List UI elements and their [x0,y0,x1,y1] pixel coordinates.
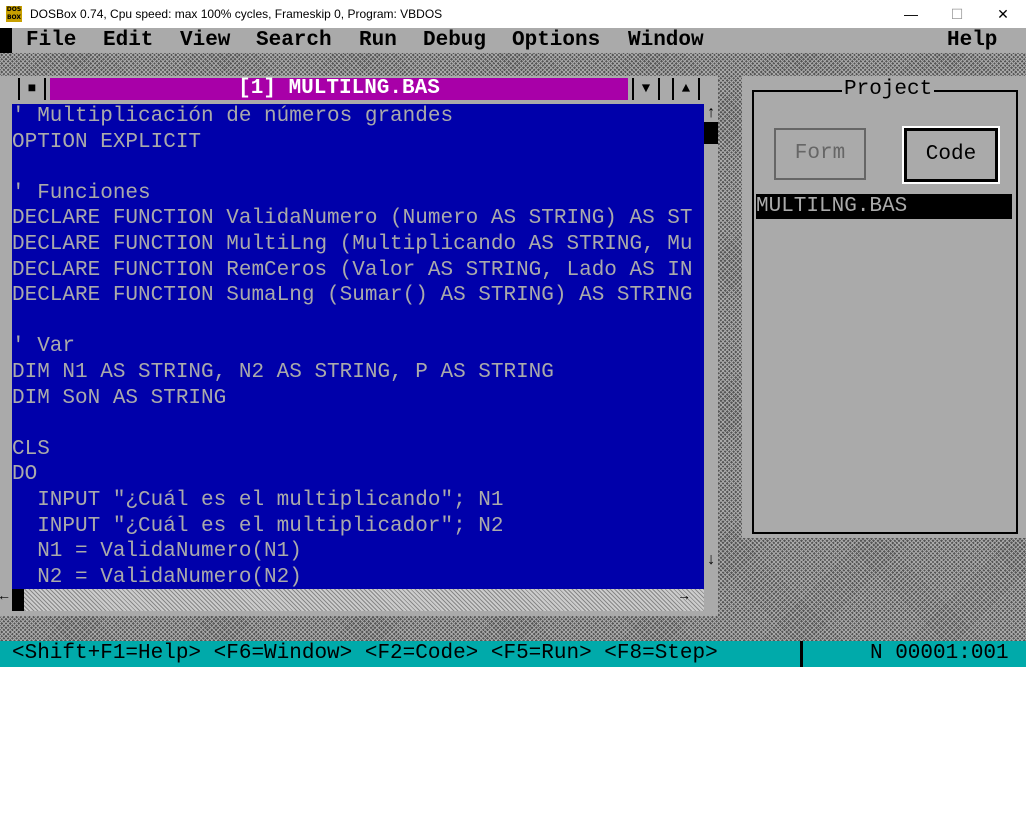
window-titlebar: DOS BOX DOSBox 0.74, Cpu speed: max 100% … [0,0,1026,28]
code-line: N1 = ValidaNumero(N1) [12,540,302,564]
menu-help[interactable]: Help [947,28,997,53]
scroll-right-icon[interactable]: → [680,589,688,605]
code-line: DECLARE FUNCTION SumaLng (Sumar() AS STR… [12,284,693,308]
scroll-thumb[interactable] [704,122,718,144]
menu-bar: File Edit View Search Run Debug Options … [0,28,1026,53]
dos-screen: File Edit View Search Run Debug Options … [0,28,1026,667]
code-line: DECLARE FUNCTION RemCeros (Valor AS STRI… [12,258,693,282]
horizontal-scrollbar[interactable] [12,589,704,611]
maximize-window-icon[interactable]: ▲ [672,78,700,100]
code-line: DIM SoN AS STRING [12,386,227,410]
code-window-title: [1] MULTILNG.BAS [50,78,628,100]
code-line: DECLARE FUNCTION ValidaNumero (Numero AS… [12,207,693,231]
menu-search[interactable]: Search [256,28,332,53]
project-title: Project [842,78,935,101]
close-button[interactable]: ✕ [980,0,1026,28]
menu-debug[interactable]: Debug [423,28,486,53]
status-bar: <Shift+F1=Help> <F6=Window> <F2=Code> <F… [0,641,1026,667]
system-menu-icon[interactable]: ■ [18,78,46,100]
code-line: ' Var [12,335,76,359]
code-line: DIM N1 AS STRING, N2 AS STRING, P AS STR… [12,360,554,384]
project-file-item[interactable]: MULTILNG.BAS [756,194,1012,219]
scroll-up-icon[interactable]: ↑ [704,104,718,122]
hscroll-thumb[interactable] [12,589,24,611]
code-line: ' Multiplicación de números grandes [12,105,454,128]
status-hints: <Shift+F1=Help> <F6=Window> <F2=Code> <F… [12,642,718,665]
code-line: CLS [12,437,50,461]
code-line: INPUT "¿Cuál es el multiplicando"; N1 [12,488,504,512]
vertical-scrollbar[interactable]: ↑ ↓ [704,104,718,589]
minimize-button[interactable]: — [888,0,934,28]
code-line: N2 = ValidaNumero(N2) [12,565,302,589]
menu-file[interactable]: File [26,28,76,53]
code-button[interactable]: Code [902,126,1000,184]
menu-view[interactable]: View [180,28,230,53]
project-window: Project Form Code MULTILNG.BAS [742,76,1026,538]
dosbox-logo-icon: DOS BOX [6,6,22,22]
code-line: ' Funciones [12,181,151,205]
maximize-button[interactable]: ☐ [934,0,980,28]
minimize-window-icon[interactable]: ▼ [632,78,660,100]
window-title: DOSBox 0.74, Cpu speed: max 100% cycles,… [30,7,443,21]
menu-window[interactable]: Window [628,28,704,53]
cursor-position: N 00001:001 [870,642,1009,665]
code-line: OPTION EXPLICIT [12,130,202,154]
code-line: DO [12,463,38,487]
scroll-left-icon[interactable]: ← [0,589,12,605]
code-window: ■ [1] MULTILNG.BAS ▼ ▲ ' Multiplicación … [0,76,718,616]
code-editor[interactable]: ' Multiplicación de números grandes OPTIO… [12,104,704,589]
code-line: INPUT "¿Cuál es el multiplicador"; N2 [12,514,504,538]
menu-options[interactable]: Options [512,28,600,53]
scroll-down-icon[interactable]: ↓ [704,551,718,569]
code-line: DECLARE FUNCTION MultiLng (Multiplicando… [12,232,693,256]
form-button[interactable]: Form [774,128,866,180]
menu-run[interactable]: Run [359,28,397,53]
menu-edit[interactable]: Edit [103,28,153,53]
